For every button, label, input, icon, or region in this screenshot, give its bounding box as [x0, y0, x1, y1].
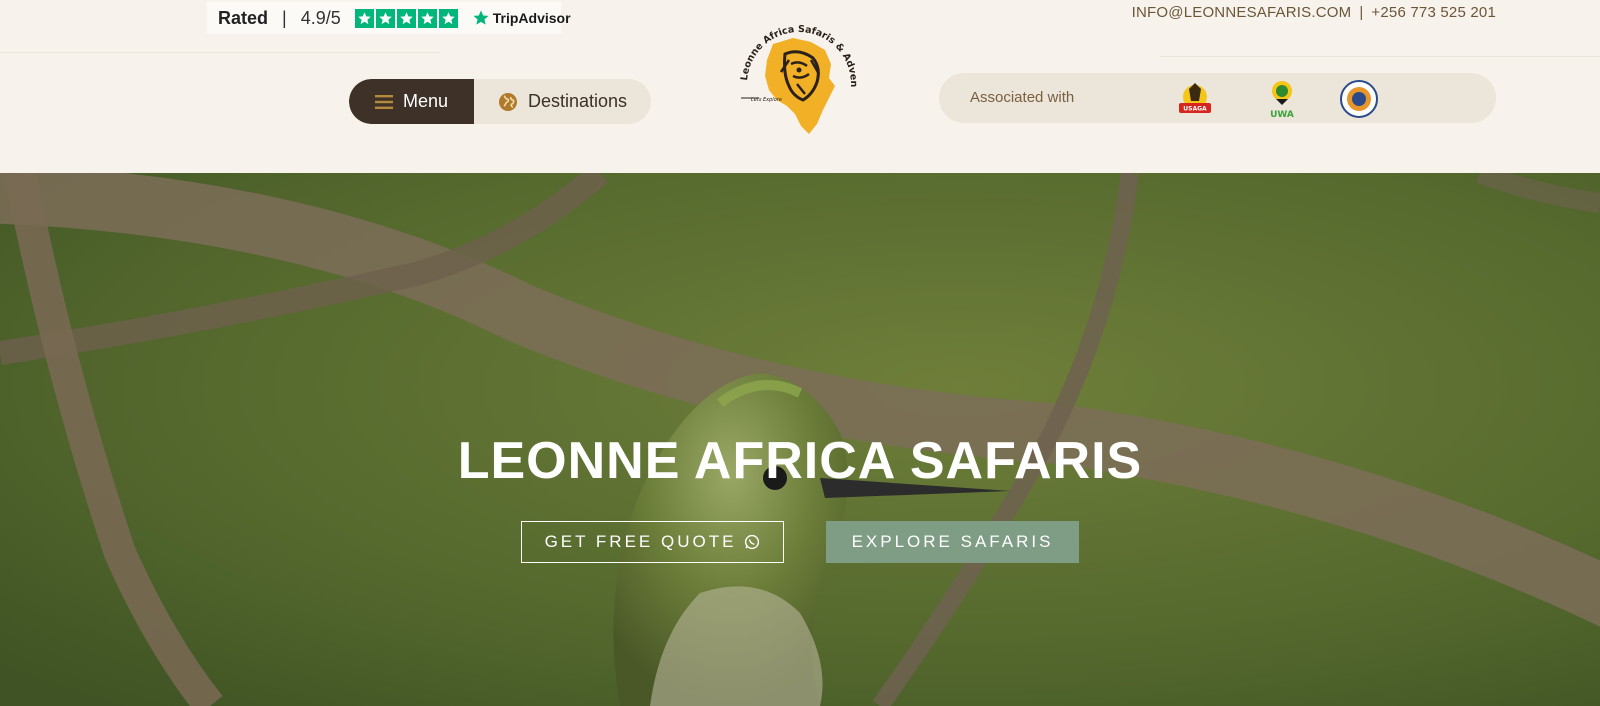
lion-logo-icon: Leonne Africa Safaris & Adventures Lets … [730, 6, 859, 134]
destinations-button[interactable]: Destinations [474, 79, 651, 124]
star-icon [354, 8, 374, 28]
site-logo[interactable]: Leonne Africa Safaris & Adventures Lets … [730, 6, 863, 139]
contact-info: INFO@LEONNESAFARIS.COM | +256 773 525 20… [1132, 4, 1496, 21]
tripadvisor-brand: TripAdvisor [472, 9, 571, 27]
uganda-tourism-association-logo-icon[interactable] [1339, 79, 1379, 119]
hamburger-icon [374, 94, 393, 109]
hero-title: LEONNE AFRICA SAFARIS [457, 432, 1143, 490]
header-divider [1160, 56, 1600, 57]
site-header: Rated | 4.9/5 TripAdvisor INFO@LEONNESAF… [0, 0, 1600, 173]
star-icon [438, 8, 458, 28]
rating-separator: | [282, 7, 287, 28]
tripadvisor-rating[interactable]: Rated | 4.9/5 TripAdvisor [207, 2, 571, 34]
contact-separator: | [1359, 4, 1364, 21]
usaga-logo-icon[interactable]: USAGA [1175, 79, 1215, 119]
explore-button-label: EXPLORE SAFARIS [851, 532, 1054, 551]
globe-icon [498, 92, 517, 111]
rating-score: 4.9/5 [300, 7, 341, 28]
associations-label: Associated with [970, 89, 1075, 106]
destinations-label: Destinations [527, 91, 628, 111]
contact-email[interactable]: INFO@LEONNESAFARIS.COM [1132, 4, 1352, 21]
get-free-quote-button[interactable]: GET FREE QUOTE [521, 521, 784, 563]
whatsapp-icon [745, 534, 760, 550]
tripadvisor-label: TripAdvisor [492, 10, 571, 26]
menu-button[interactable]: Menu [349, 79, 474, 124]
explore-safaris-button[interactable]: EXPLORE SAFARIS [826, 521, 1079, 563]
header-divider [0, 52, 440, 53]
tripadvisor-star-icon [473, 10, 489, 25]
usaga-text: USAGA [1183, 106, 1207, 113]
main-nav: Menu Destinations [349, 79, 651, 124]
rating-stars [354, 8, 460, 28]
star-icon [417, 8, 437, 28]
quote-button-label: GET FREE QUOTE [544, 532, 737, 551]
uwa-text: UWA [1270, 110, 1294, 119]
logo-tagline: Lets Explore [751, 97, 782, 103]
menu-label: Menu [402, 91, 449, 111]
star-icon [396, 8, 416, 28]
rated-label: Rated [218, 7, 269, 28]
uwa-logo-icon[interactable]: UWA [1262, 79, 1302, 119]
star-icon [375, 8, 395, 28]
associations-bar: Associated with USAGA UWA [939, 73, 1496, 123]
contact-phone[interactable]: +256 773 525 201 [1371, 4, 1496, 21]
hero-banner: LEONNE AFRICA SAFARIS GET FREE QUOTE EXP… [0, 173, 1600, 706]
